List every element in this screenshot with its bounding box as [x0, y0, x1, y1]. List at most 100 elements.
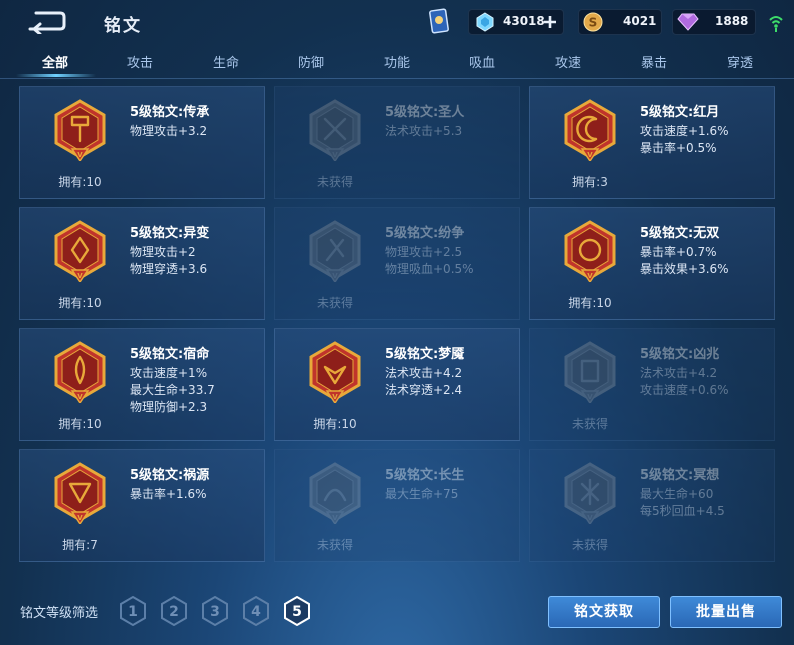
category-tabs: 全部 攻击 生命 防御 功能 吸血 攻速 暴击 穿透 [0, 44, 794, 79]
emblem-card[interactable]: V 5级铭文:无双 暴击率+0.7% 暴击效果+3.6% 拥有:10 [529, 207, 775, 320]
emblem-stat: 暴击效果+3.6% [640, 262, 729, 276]
back-arrow-icon[interactable] [22, 8, 66, 34]
level-filter-label: 2 [169, 604, 179, 620]
tab-utility[interactable]: 功能 [354, 52, 440, 71]
level-filter-2-button[interactable]: 2 [160, 596, 188, 626]
emblem-card[interactable]: V 5级铭文:异变 物理攻击+2 物理穿透+3.6 拥有:10 [19, 207, 265, 320]
add-diamond-icon[interactable] [543, 15, 557, 29]
emblem-stat: 法术攻击+5.3 [385, 124, 463, 138]
owned-count: 拥有:10 [313, 417, 357, 431]
hongyue-emblem-icon: V [564, 99, 616, 161]
tab-lifesteal[interactable]: 吸血 [439, 52, 525, 71]
gem-value: 1888 [715, 14, 749, 28]
emblem-stat: 物理攻击+2 [130, 245, 196, 259]
page-title: 铭文 [104, 16, 142, 36]
tab-attack-speed[interactable]: 攻速 [525, 52, 611, 71]
level-filter-label: 铭文等级筛选 [20, 606, 99, 621]
level-filter-3-button[interactable]: 3 [201, 596, 229, 626]
emblem-stat: 最大生命+33.7 [130, 383, 215, 397]
owned-count: 未获得 [316, 175, 353, 189]
emblem-stat: 暴击率+0.5% [640, 141, 717, 155]
diamond-value: 43018 [503, 14, 545, 28]
emblem-name: 5级铭文:红月 [640, 105, 720, 120]
mengyan-emblem-icon: V [309, 341, 361, 403]
owned-count: 未获得 [316, 296, 353, 310]
emblem-card[interactable]: V 5级铭文:冥想 最大生命+60 每5秒回血+4.5 未获得 [529, 449, 775, 562]
emblem-stat: 法术攻击+4.2 [640, 366, 718, 380]
batch-sell-button[interactable]: 批量出售 [670, 596, 782, 628]
obtain-emblem-button[interactable]: 铭文获取 [548, 596, 660, 628]
emblem-stat: 暴击率+0.7% [640, 245, 717, 259]
owned-count: 拥有:10 [58, 417, 102, 431]
emblem-card[interactable]: V 5级铭文:梦魇 法术攻击+4.2 法术穿透+2.4 拥有:10 [274, 328, 520, 441]
huoyuan-emblem-icon: V [54, 462, 106, 524]
chuancheng-emblem-icon: V [54, 99, 106, 161]
svg-text:V: V [587, 514, 593, 522]
emblem-card[interactable]: V 5级铭文:祸源 暴击率+1.6% 拥有:7 [19, 449, 265, 562]
emblem-card[interactable]: V 5级铭文:长生 最大生命+75 未获得 [274, 449, 520, 562]
tab-crit[interactable]: 暴击 [611, 52, 697, 71]
svg-text:V: V [77, 151, 83, 159]
shengren-emblem-icon: V [309, 99, 361, 161]
owned-count: 拥有:10 [568, 296, 612, 310]
wushuang-emblem-icon: V [564, 220, 616, 282]
owned-count: 拥有:7 [62, 538, 98, 552]
level-filter-label: 1 [128, 604, 138, 620]
emblem-stat: 每5秒回血+4.5 [640, 504, 725, 518]
level-filter-4-button[interactable]: 4 [242, 596, 270, 626]
owned-count: 拥有:10 [58, 175, 102, 189]
tab-all[interactable]: 全部 [12, 52, 98, 71]
svg-text:V: V [332, 514, 338, 522]
emblem-card[interactable]: V 5级铭文:凶兆 法术攻击+4.2 攻击速度+0.6% 未获得 [529, 328, 775, 441]
svg-text:V: V [587, 151, 593, 159]
level-filter-1-button[interactable]: 1 [119, 596, 147, 626]
emblem-stat: 最大生命+60 [640, 487, 714, 501]
suming-emblem-icon: V [54, 341, 106, 403]
svg-text:V: V [587, 393, 593, 401]
emblem-stat: 法术攻击+4.2 [385, 366, 463, 380]
emblem-card[interactable]: V 5级铭文:宿命 攻击速度+1% 最大生命+33.7 物理防御+2.3 拥有:10 [19, 328, 265, 441]
emblem-name: 5级铭文:宿命 [130, 347, 210, 362]
owned-count: 未获得 [316, 538, 353, 552]
svg-text:V: V [332, 272, 338, 280]
gem-counter: 1888 [672, 9, 756, 35]
emblem-name: 5级铭文:梦魇 [385, 347, 465, 362]
emblem-name: 5级铭文:凶兆 [640, 347, 720, 362]
emblem-card[interactable]: V 5级铭文:纷争 物理攻击+2.5 物理吸血+0.5% 未获得 [274, 207, 520, 320]
emblem-stat: 攻击速度+1.6% [640, 124, 729, 138]
emblem-name: 5级铭文:无双 [640, 226, 720, 241]
changsheng-emblem-icon: V [309, 462, 361, 524]
xiongzhao-emblem-icon: V [564, 341, 616, 403]
emblem-name: 5级铭文:传承 [130, 105, 210, 120]
gold-counter: S 4021 [578, 9, 662, 35]
emblem-name: 5级铭文:祸源 [130, 468, 210, 483]
svg-text:V: V [587, 272, 593, 280]
emblem-name: 5级铭文:圣人 [385, 105, 465, 120]
emblem-stat: 暴击率+1.6% [130, 487, 207, 501]
diamond-counter: 43018 [468, 9, 564, 35]
emblem-stat: 物理穿透+3.6 [130, 262, 208, 276]
gold-value: 4021 [623, 14, 657, 28]
level-filter-label: 4 [251, 604, 261, 620]
level-filter-5-button[interactable]: 5 [283, 596, 311, 626]
tab-health[interactable]: 生命 [183, 52, 269, 71]
emblem-name: 5级铭文:长生 [385, 468, 465, 483]
emblem-pack-icon[interactable] [428, 8, 450, 36]
emblem-card[interactable]: V 5级铭文:红月 攻击速度+1.6% 暴击率+0.5% 拥有:3 [529, 86, 775, 199]
svg-text:V: V [77, 272, 83, 280]
tab-penetration[interactable]: 穿透 [697, 52, 783, 71]
emblem-stat: 物理攻击+2.5 [385, 245, 463, 259]
tab-defense[interactable]: 防御 [268, 52, 354, 71]
emblem-stat: 攻击速度+0.6% [640, 383, 729, 397]
emblem-name: 5级铭文:异变 [130, 226, 210, 241]
emblem-card[interactable]: V 5级铭文:圣人 法术攻击+5.3 未获得 [274, 86, 520, 199]
level-filter-label: 5 [292, 604, 302, 620]
emblem-stat: 物理吸血+0.5% [385, 262, 474, 276]
emblem-name: 5级铭文:冥想 [640, 468, 720, 483]
emblem-card[interactable]: V 5级铭文:传承 物理攻击+3.2 拥有:10 [19, 86, 265, 199]
wifi-signal-icon [769, 16, 783, 32]
owned-count: 拥有:10 [58, 296, 102, 310]
tab-attack[interactable]: 攻击 [97, 52, 183, 71]
owned-count: 未获得 [571, 417, 608, 431]
emblem-stat: 最大生命+75 [385, 487, 459, 501]
